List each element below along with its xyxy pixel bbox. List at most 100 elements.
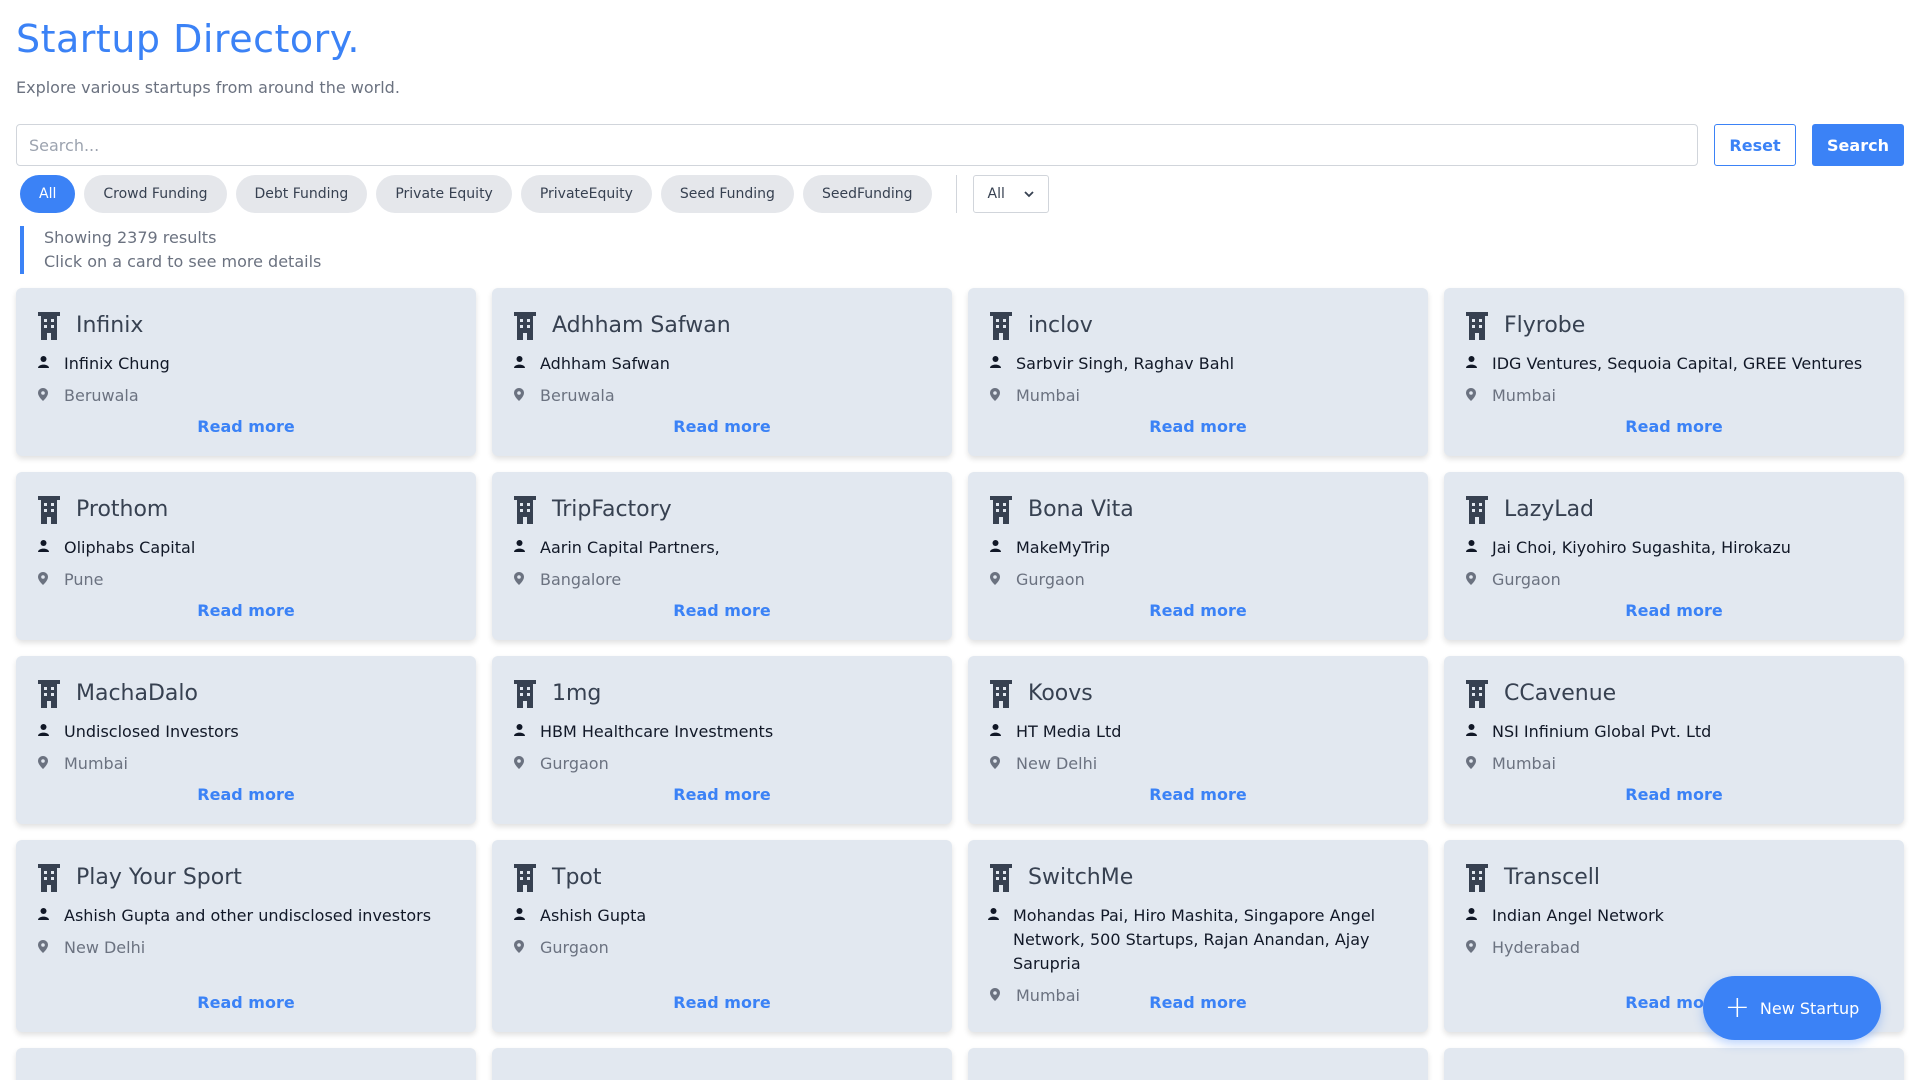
startup-name: 1mg [552, 680, 602, 706]
search-input[interactable] [16, 124, 1698, 166]
location-row: Gurgaon [1464, 568, 1880, 592]
building-icon [1466, 864, 1488, 892]
startup-card[interactable]: Tpot Ashish Gupta Gurgaon Read more [492, 840, 952, 1032]
startup-card[interactable]: Flyrobe IDG Ventures, Sequoia Capital, GR… [1444, 288, 1904, 456]
startup-investors: Sarbvir Singh, Raghav Bahl [1016, 354, 1235, 373]
investor-icon-wrap [36, 720, 50, 736]
startup-card-partial[interactable] [492, 1048, 952, 1080]
reset-button[interactable]: Reset [1714, 124, 1796, 166]
card-header: inclov [988, 308, 1404, 342]
startup-card-partial[interactable] [1444, 1048, 1904, 1080]
startup-name: LazyLad [1504, 496, 1595, 522]
search-button[interactable]: Search [1812, 124, 1904, 166]
startup-name: Play Your Sport [76, 864, 242, 890]
filter-chip-crowd-funding[interactable]: Crowd Funding [84, 175, 227, 213]
startup-card[interactable]: CCavenue NSI Infinium Global Pvt. Ltd Mumb… [1444, 656, 1904, 824]
location-row: Gurgaon [988, 568, 1404, 592]
startup-location: Hyderabad [1492, 938, 1580, 957]
location-row: Mumbai [36, 752, 452, 776]
location-icon-wrap [512, 384, 526, 401]
read-more-link[interactable]: Read more [968, 417, 1428, 436]
location-icon-wrap [1464, 936, 1478, 953]
user-icon [37, 724, 49, 736]
filter-chip-seedfunding[interactable]: SeedFunding [802, 175, 932, 213]
startup-investors: Oliphabs Capital [64, 538, 196, 557]
startup-card[interactable]: Play Your Sport Ashish Gupta and other un… [16, 840, 476, 1032]
investors-row: MakeMyTrip [988, 536, 1404, 560]
investors-row: Ashish Gupta [512, 904, 928, 928]
startup-card[interactable]: SwitchMe Mohandas Pai, Hiro Mashita, Sing… [968, 840, 1428, 1032]
user-icon [513, 540, 525, 552]
read-more-link[interactable]: Read more [968, 993, 1428, 1012]
user-icon [1465, 356, 1477, 368]
filter-select[interactable]: All [972, 175, 1049, 213]
startup-card[interactable]: MachaDalo Undisclosed Investors Mumbai Read… [16, 656, 476, 824]
read-more-link[interactable]: Read more [1444, 785, 1904, 804]
new-startup-button[interactable]: + New Startup [1703, 976, 1881, 1040]
user-icon [37, 908, 49, 920]
filter-chip-all[interactable]: All [20, 175, 76, 213]
investors-row: Undisclosed Investors [36, 720, 452, 744]
location-icon-wrap [512, 568, 526, 585]
startup-card[interactable]: Prothom Oliphabs Capital Pune Read more [16, 472, 476, 640]
building-icon [1466, 680, 1488, 708]
location-row: Mumbai [1464, 384, 1880, 408]
startup-card-partial[interactable] [16, 1048, 476, 1080]
building-icon [990, 496, 1012, 524]
card-header: Prothom [36, 492, 452, 526]
startup-location: Mumbai [64, 754, 128, 773]
read-more-link[interactable]: Read more [968, 785, 1428, 804]
read-more-link[interactable]: Read more [492, 417, 952, 436]
location-icon-wrap [1464, 384, 1478, 401]
read-more-link[interactable]: Read more [16, 993, 476, 1012]
read-more-link[interactable]: Read more [968, 601, 1428, 620]
read-more-link[interactable]: Read more [492, 785, 952, 804]
startup-name: SwitchMe [1028, 864, 1134, 890]
read-more-link[interactable]: Read more [1444, 601, 1904, 620]
map-pin-icon [514, 940, 524, 953]
user-icon [513, 908, 525, 920]
building-icon [514, 312, 536, 340]
map-pin-icon [1466, 388, 1476, 401]
building-icon [38, 680, 60, 708]
investors-row: Ashish Gupta and other undisclosed inves… [36, 904, 452, 928]
card-header: CCavenue [1464, 676, 1880, 710]
startup-card[interactable]: TripFactory Aarin Capital Partners, Bangal… [492, 472, 952, 640]
location-icon-wrap [1464, 752, 1478, 769]
startup-card[interactable]: 1mg HBM Healthcare Investments Gurgaon Read… [492, 656, 952, 824]
investors-row: Jai Choi, Kiyohiro Sugashita, Hirokazu [1464, 536, 1880, 560]
startup-investors: Aarin Capital Partners, [540, 538, 720, 557]
search-bar: Reset Search [16, 124, 1904, 166]
startup-location: Mumbai [1492, 386, 1556, 405]
building-icon [990, 864, 1012, 892]
startup-card[interactable]: Adhham Safwan Adhham Safwan Beruwala Read m… [492, 288, 952, 456]
read-more-link[interactable]: Read more [16, 601, 476, 620]
read-more-link[interactable]: Read more [16, 417, 476, 436]
startup-grid: Infinix Infinix Chung Beruwala Read more Adh… [16, 288, 1904, 1080]
startup-name: Tpot [552, 864, 602, 890]
filter-chip-private-equity[interactable]: Private Equity [376, 175, 512, 213]
startup-card[interactable]: Bona Vita MakeMyTrip Gurgaon Read more [968, 472, 1428, 640]
building-icon [1466, 312, 1488, 340]
read-more-link[interactable]: Read more [16, 785, 476, 804]
card-header: Tpot [512, 860, 928, 894]
investors-row: Oliphabs Capital [36, 536, 452, 560]
results-info: Showing 2379 results Click on a card to … [20, 226, 1904, 274]
startup-investors: IDG Ventures, Sequoia Capital, GREE Vent… [1492, 354, 1863, 373]
startup-card[interactable]: LazyLad Jai Choi, Kiyohiro Sugashita, Hir… [1444, 472, 1904, 640]
filter-chip-privateequity[interactable]: PrivateEquity [520, 175, 652, 213]
read-more-link[interactable]: Read more [1444, 417, 1904, 436]
user-icon [513, 724, 525, 736]
building-icon [514, 496, 536, 524]
filter-chip-seed-funding[interactable]: Seed Funding [660, 175, 794, 213]
read-more-link[interactable]: Read more [492, 993, 952, 1012]
startup-card[interactable]: Infinix Infinix Chung Beruwala Read more [16, 288, 476, 456]
startup-card[interactable]: inclov Sarbvir Singh, Raghav Bahl Mumbai Re… [968, 288, 1428, 456]
startup-card-partial[interactable] [968, 1048, 1428, 1080]
filter-chip-debt-funding[interactable]: Debt Funding [235, 175, 368, 213]
startup-card[interactable]: Koovs HT Media Ltd New Delhi Read more [968, 656, 1428, 824]
page-title: Startup Directory. [16, 17, 360, 61]
read-more-link[interactable]: Read more [492, 601, 952, 620]
location-icon-wrap [512, 752, 526, 769]
map-pin-icon [38, 388, 48, 401]
